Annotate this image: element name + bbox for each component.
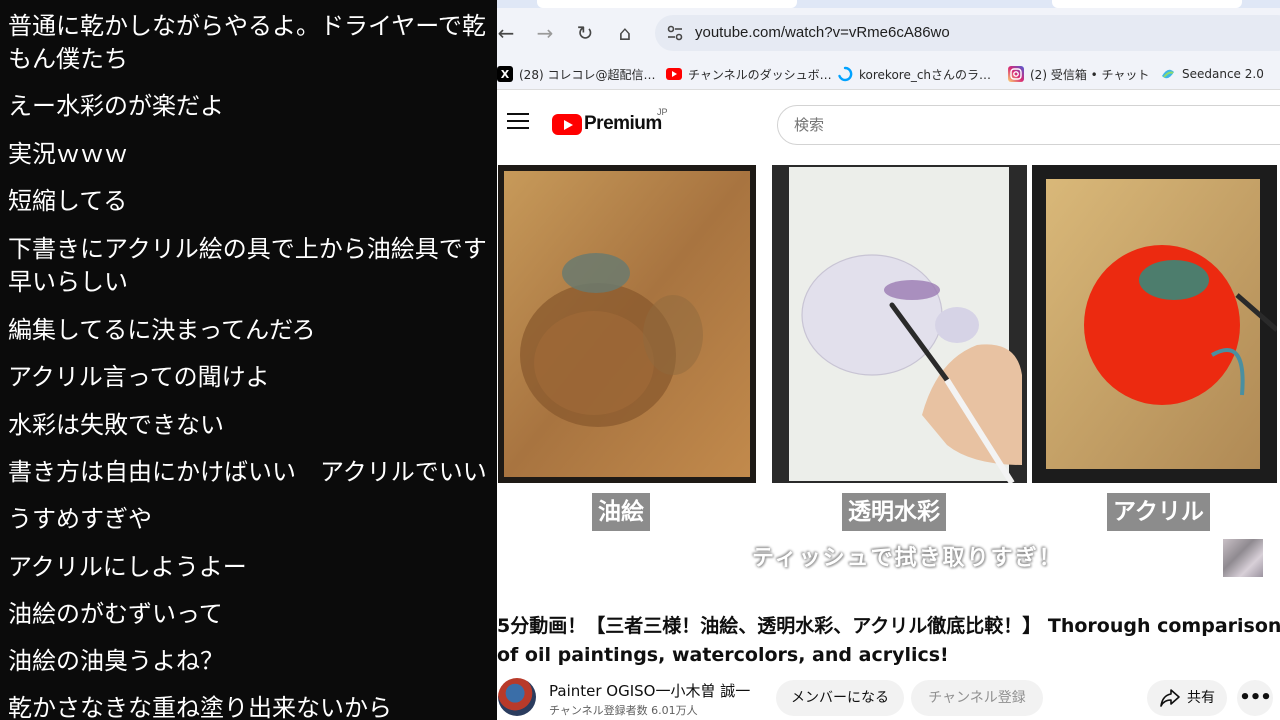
video-title-line: of oil paintings, watercolors, and acryl… (497, 644, 949, 666)
bookmark-item[interactable]: korekore_chさんのラ… (837, 64, 991, 84)
menu-icon[interactable] (507, 113, 529, 131)
more-icon: ••• (1239, 687, 1272, 708)
browser-toolbar: ← → ↻ ⌂ youtube.com/watch?v=vRme6cA86wo (497, 8, 1280, 58)
home-icon: ⌂ (618, 21, 632, 45)
browser-window: ← → ↻ ⌂ youtube.com/watch?v=vRme6cA86wo … (497, 0, 1280, 720)
bookmark-item[interactable]: Seedance 2.0 (1160, 64, 1264, 84)
loader-icon (837, 66, 853, 82)
bookmark-label: korekore_chさんのラ… (859, 67, 992, 82)
forward-button[interactable]: → (530, 18, 560, 48)
bookmark-item[interactable]: チャンネルのダッシュボ… (666, 64, 832, 84)
logo-region: JP (657, 107, 668, 117)
bookmarks-bar: X (28) コレコレ@超配信… チャンネルのダッシュボ… korekore_c… (497, 58, 1280, 90)
youtube-icon (666, 66, 682, 82)
chat-message: アクリルにしようよー (8, 553, 247, 581)
oil-painting-frame (498, 165, 756, 483)
chat-message: 書き方は自由にかけばいい アクリルでいい (8, 458, 487, 486)
channel-avatar[interactable] (498, 678, 536, 716)
chat-message: 下書きにアクリル絵の具で上から油絵具です (8, 235, 487, 263)
join-button[interactable]: メンバーになる (776, 680, 904, 716)
instagram-icon (1008, 66, 1024, 82)
share-label: 共有 (1187, 690, 1215, 706)
chat-message: 油絵の油臭うよね？ (8, 647, 224, 675)
back-arrow-icon: ← (497, 21, 515, 45)
chat-message: 実況ｗｗｗ (8, 140, 128, 168)
seedance-icon (1160, 66, 1176, 82)
more-actions-button[interactable]: ••• (1237, 680, 1273, 716)
chat-message: えー水彩のが楽だよ (8, 92, 224, 120)
share-button[interactable]: 共有 (1147, 680, 1227, 716)
youtube-premium-logo[interactable]: Premium (552, 110, 662, 138)
video-subtitle: ティッシュで拭き取りすぎ！ (752, 546, 1063, 571)
browser-tab[interactable] (537, 0, 797, 8)
caption-acrylic: アクリル (1107, 493, 1210, 531)
tab-strip (497, 0, 1280, 8)
browser-tab[interactable] (1052, 0, 1242, 8)
caption-watercolor: 透明水彩 (842, 493, 946, 531)
url-text[interactable]: youtube.com/watch?v=vRme6cA86wo (695, 23, 950, 43)
home-button[interactable]: ⌂ (610, 18, 640, 48)
subscribe-button[interactable]: チャンネル登録 (911, 680, 1043, 716)
share-icon (1160, 689, 1180, 707)
youtube-header: Premium JP 検索 (497, 91, 1280, 157)
chat-message: 短縮してる (8, 187, 128, 215)
bookmark-item[interactable]: (2) 受信箱 • チャット (1008, 64, 1149, 84)
back-button[interactable]: ← (497, 18, 521, 48)
channel-watermark[interactable] (1223, 539, 1263, 577)
chat-message: 油絵のがむずいって (8, 600, 223, 628)
channel-name[interactable]: Painter OGISO一小木曽 誠一 (549, 680, 750, 701)
chat-overlay: 普通に乾かしながらやるよ。ドライヤーで乾 もん僕たち えー水彩のが楽だよ 実況ｗ… (0, 0, 497, 720)
chat-message: 水彩は失敗できない (8, 411, 224, 439)
bookmark-label: チャンネルのダッシュボ… (688, 67, 832, 82)
site-info-icon[interactable] (665, 23, 685, 43)
forward-arrow-icon: → (536, 21, 554, 45)
acrylic-frame (1032, 165, 1277, 483)
watercolor-frame (772, 165, 1027, 483)
reload-button[interactable]: ↻ (570, 18, 600, 48)
chat-message: もん僕たち (8, 45, 128, 73)
chat-message: 乾かさなきな重ね塗り出来ないから (8, 694, 392, 720)
x-icon: X (497, 66, 513, 82)
channel-row: Painter OGISO一小木曽 誠一 チャンネル登録者数 6.01万人 メン… (497, 678, 1280, 720)
video-player[interactable]: 油絵 透明水彩 アクリル ティッシュで拭き取りすぎ！ (497, 157, 1280, 597)
chat-message: 編集してるに決まってんだろ (8, 316, 316, 344)
address-bar[interactable]: youtube.com/watch?v=vRme6cA86wo (655, 15, 1280, 51)
video-title-line: 5分動画！【三者三様！油絵、透明水彩、アクリル徹底比較！】 Thorough c… (497, 615, 1280, 637)
chat-message: うすめすぎや (8, 505, 152, 533)
chat-message: 普通に乾かしながらやるよ。ドライヤーで乾 (8, 12, 486, 40)
reload-icon: ↻ (576, 21, 594, 45)
chat-message: アクリル言っての聞けよ (8, 363, 270, 391)
bookmark-item[interactable]: X (28) コレコレ@超配信… (497, 64, 655, 84)
youtube-logo-icon (552, 113, 582, 135)
caption-oil: 油絵 (592, 493, 650, 531)
bookmark-label: (28) コレコレ@超配信… (519, 67, 656, 82)
bookmark-label: (2) 受信箱 • チャット (1030, 67, 1150, 82)
video-title: 5分動画！【三者三様！油絵、透明水彩、アクリル徹底比較！】 Thorough c… (497, 612, 1280, 670)
watercolor-image (772, 165, 1027, 483)
chat-message: 早いらしい (8, 268, 128, 296)
bookmark-label: Seedance 2.0 (1182, 67, 1264, 81)
oil-painting-image (498, 165, 756, 483)
search-input[interactable]: 検索 (777, 105, 1280, 145)
acrylic-image (1032, 165, 1277, 483)
subscriber-count: チャンネル登録者数 6.01万人 (549, 704, 698, 717)
logo-text: Premium (584, 113, 662, 134)
